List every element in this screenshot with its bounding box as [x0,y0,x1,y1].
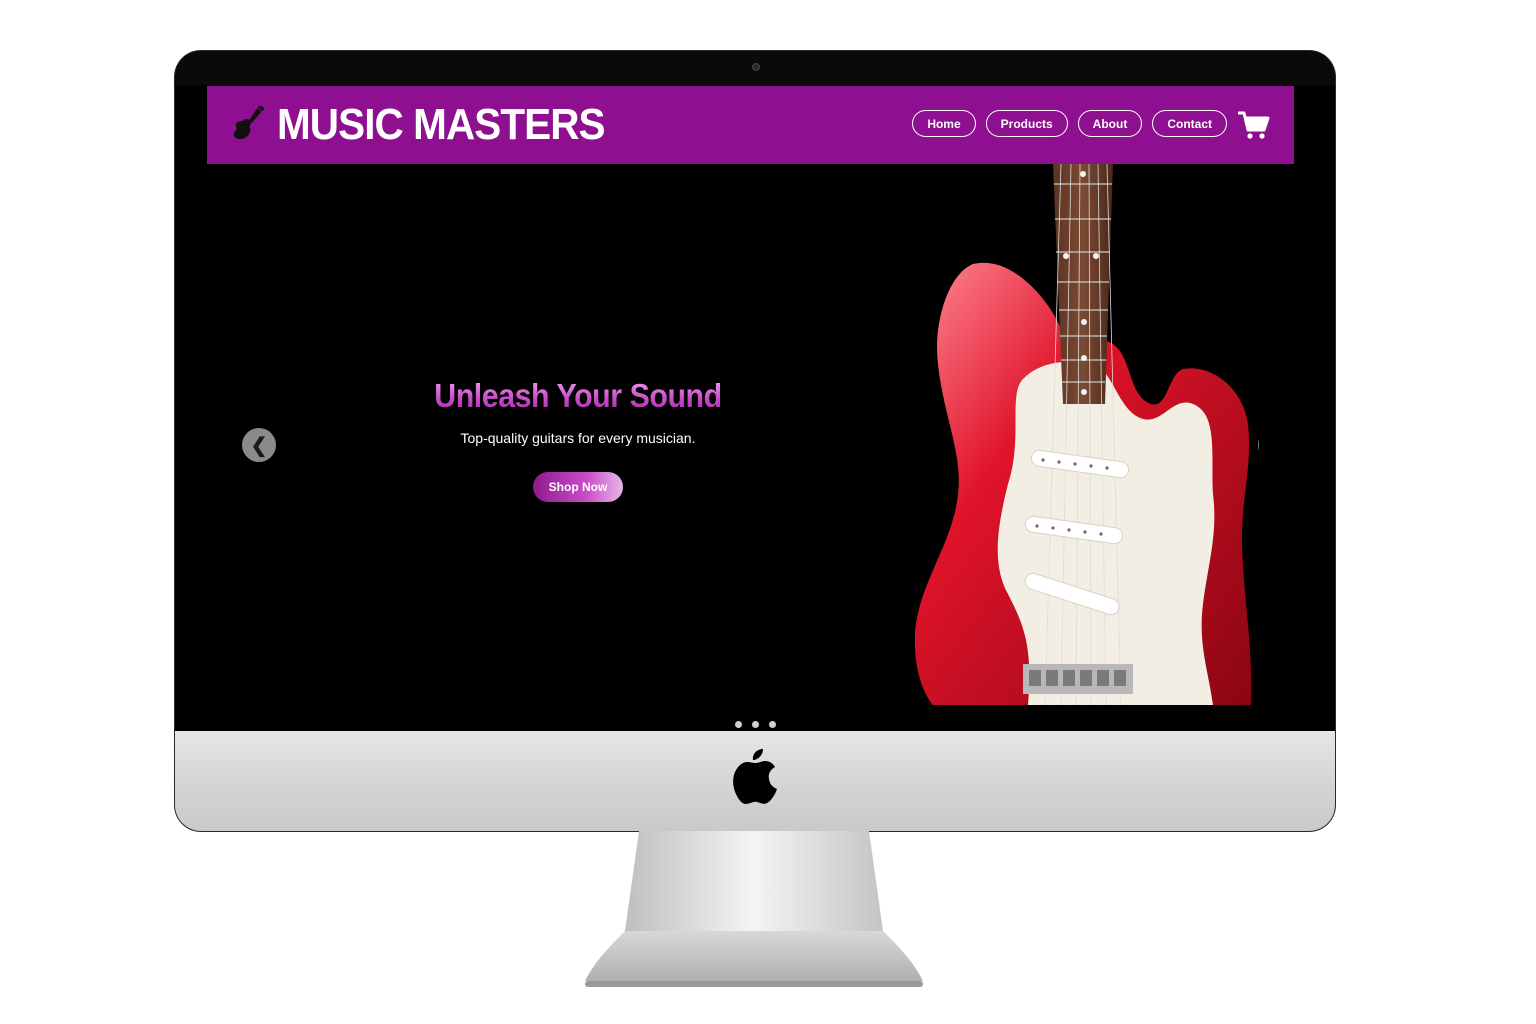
electric-guitar-photo [913,164,1258,705]
apple-logo [733,749,777,804]
chevron-left-icon: ❮ [250,434,268,457]
nav-contact-button[interactable]: Contact [1152,110,1227,137]
shop-now-button[interactable]: Shop Now [533,472,623,502]
hero-title: Unleash Your Sound [382,377,774,415]
nav-home-button[interactable]: Home [912,110,976,137]
webcam [752,63,760,71]
site-header: MUSIC MASTERS Home Products About Contac… [207,86,1294,164]
monitor-chin [175,731,1335,831]
carousel-prev-button[interactable]: ❮ [242,428,276,462]
hero-subtitle: Top-quality guitars for every musician. [460,430,696,446]
brand-name[interactable]: MUSIC MASTERS [277,100,606,150]
carousel-indicators [735,721,776,728]
monitor-stand [585,831,923,987]
shopping-cart-icon[interactable] [1238,110,1270,140]
website-screen: MUSIC MASTERS Home Products About Contac… [175,85,1335,731]
main-nav: Home Products About Contact [912,110,1227,137]
nav-about-button[interactable]: About [1077,110,1143,137]
carousel-dot-1[interactable] [735,721,742,728]
monitor: MUSIC MASTERS Home Products About Contac… [175,51,1335,831]
guitar-icon [233,106,265,140]
monitor-bezel: MUSIC MASTERS Home Products About Contac… [175,51,1335,731]
nav-products-button[interactable]: Products [985,110,1068,137]
carousel-dot-3[interactable] [769,721,776,728]
carousel-dot-2[interactable] [752,721,759,728]
